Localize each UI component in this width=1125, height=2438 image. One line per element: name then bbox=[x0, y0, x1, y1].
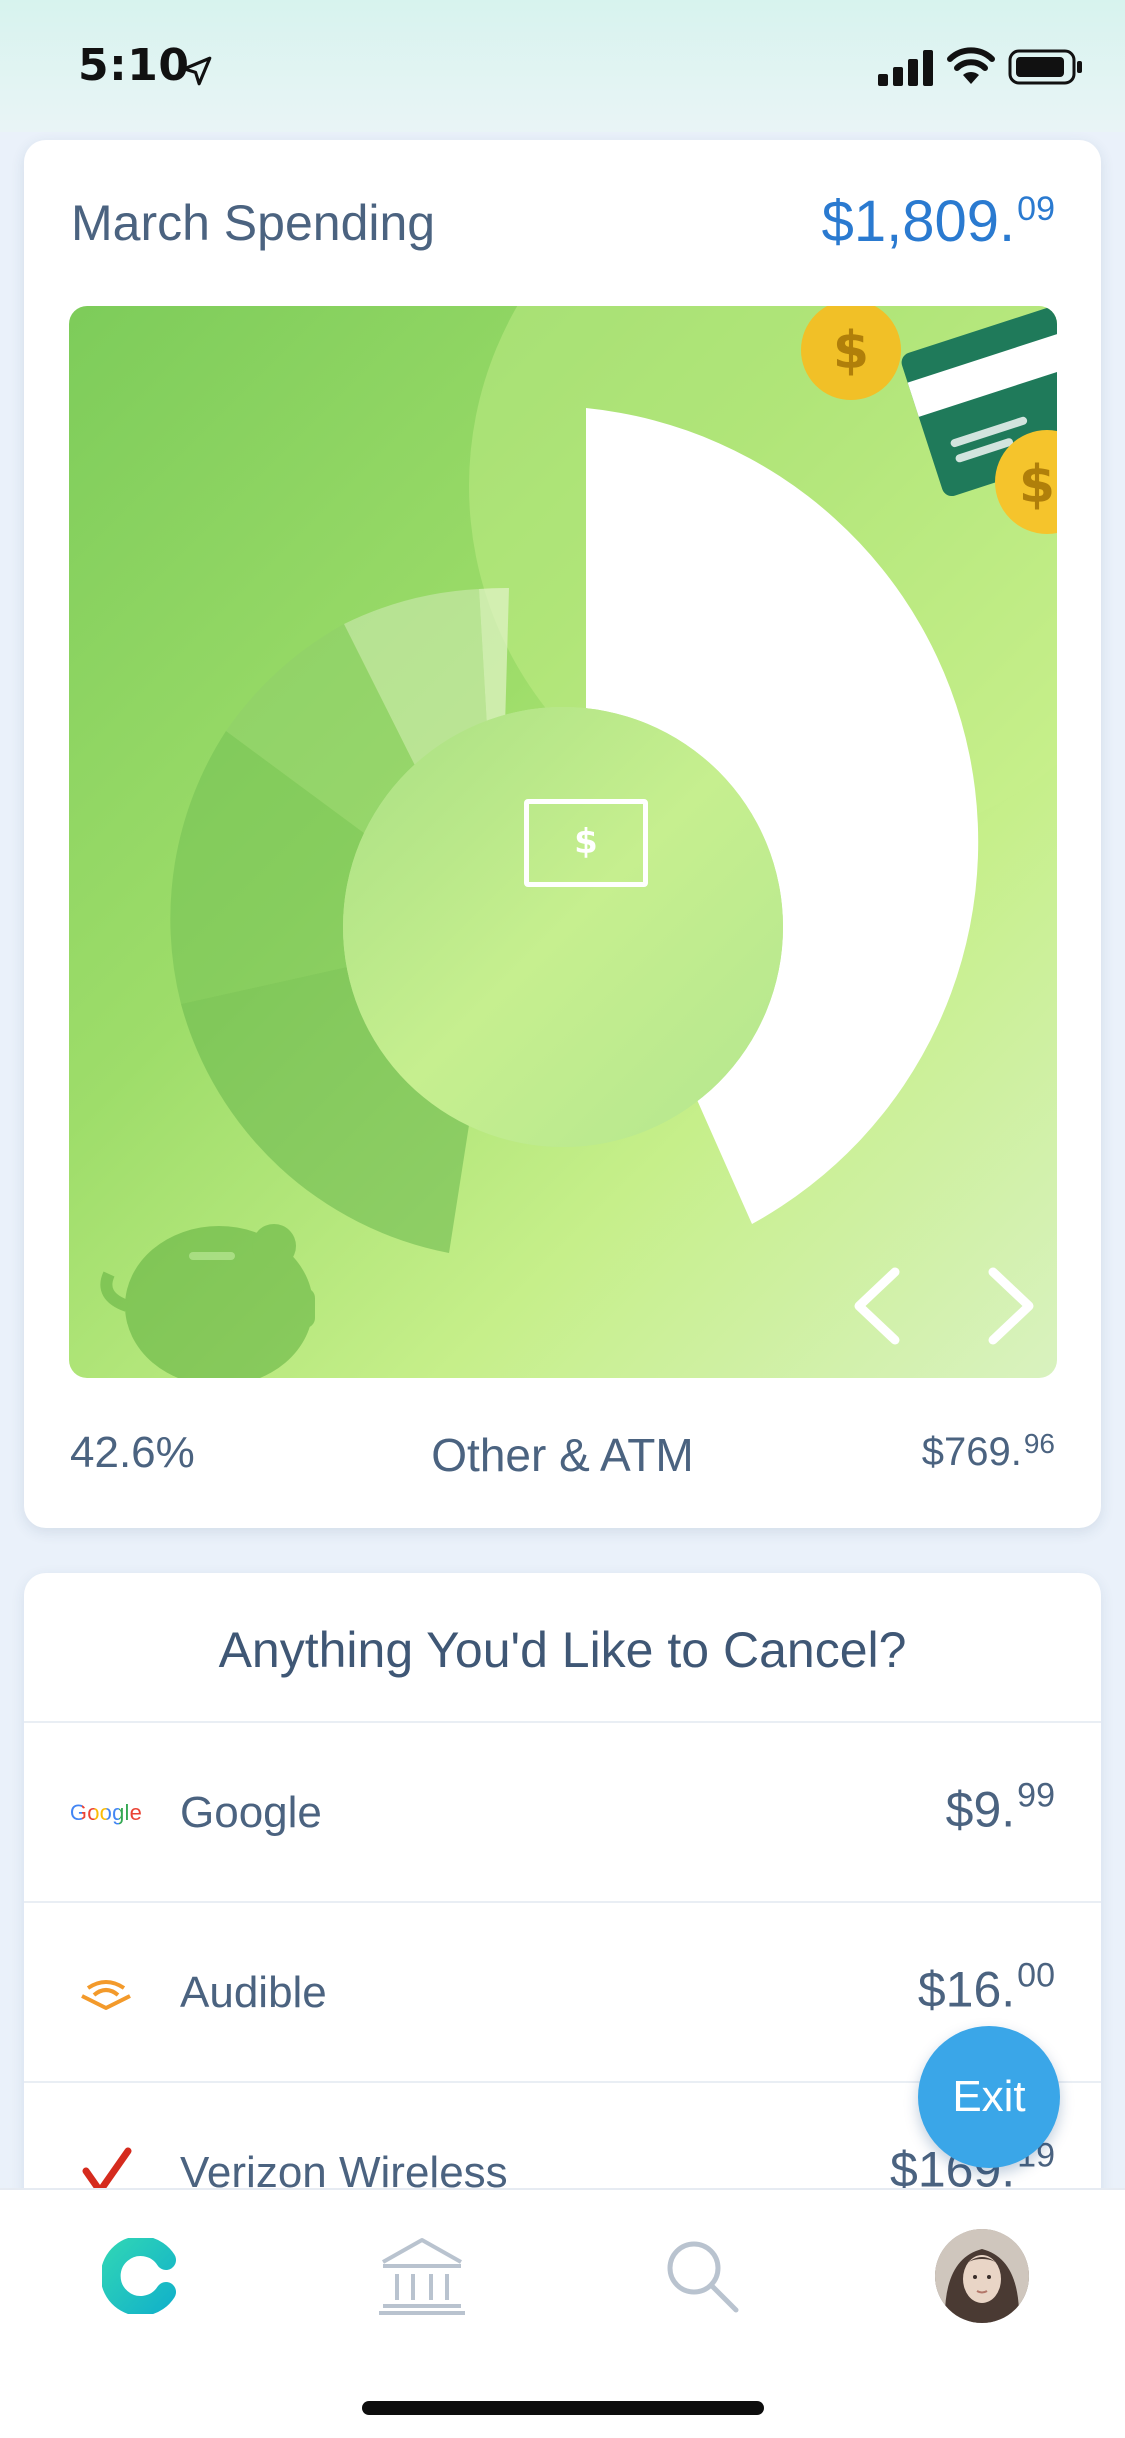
amount-dollars: $16. bbox=[917, 1961, 1016, 2018]
svg-text:$: $ bbox=[833, 321, 869, 381]
cellular-signal-icon bbox=[878, 50, 933, 86]
list-item-amount: $16.00 bbox=[917, 1957, 1055, 2019]
category-amount-dollars: $769. bbox=[921, 1430, 1022, 1474]
clarity-logo-icon bbox=[102, 2238, 176, 2314]
spending-card: March Spending $1,809.09 $ $ $ 42.6% Oth… bbox=[24, 140, 1101, 1528]
svg-text:$: $ bbox=[1019, 455, 1055, 515]
battery-icon bbox=[1008, 49, 1082, 85]
spending-total-dollars: $1,809. bbox=[821, 189, 1016, 254]
exit-button[interactable]: Exit bbox=[918, 2026, 1060, 2168]
list-item-name: Google bbox=[180, 1788, 322, 1837]
avatar bbox=[935, 2229, 1029, 2323]
google-logo-text: Google bbox=[69, 1800, 143, 1825]
tab-accounts[interactable] bbox=[372, 2226, 472, 2326]
list-item-google[interactable]: Google Google $9.99 bbox=[24, 1721, 1101, 1903]
bank-icon bbox=[379, 2238, 465, 2315]
spending-title: March Spending bbox=[71, 195, 436, 251]
list-item-name: Audible bbox=[180, 1968, 327, 2017]
audible-logo-icon bbox=[66, 1963, 146, 2023]
chevron-left-icon[interactable] bbox=[847, 1264, 907, 1348]
location-arrow-icon bbox=[182, 56, 212, 86]
tab-search[interactable] bbox=[652, 2226, 752, 2326]
amount-cents: 99 bbox=[1017, 1776, 1055, 1815]
cancel-subscriptions-card: Anything You'd Like to Cancel? Google Go… bbox=[24, 1573, 1101, 2273]
status-bar: 5:10 bbox=[0, 0, 1125, 132]
google-logo-icon: Google bbox=[66, 1783, 146, 1843]
category-amount: $769.96 bbox=[921, 1428, 1055, 1475]
amount-cents: 00 bbox=[1017, 1956, 1055, 1995]
chevron-right-icon[interactable] bbox=[981, 1264, 1041, 1348]
spending-total-cents: 09 bbox=[1017, 190, 1055, 228]
amount-dollars: $9. bbox=[945, 1781, 1016, 1838]
search-icon bbox=[667, 2241, 739, 2313]
home-indicator bbox=[362, 2401, 764, 2415]
category-amount-cents: 96 bbox=[1023, 1428, 1055, 1459]
tab-profile[interactable] bbox=[932, 2226, 1032, 2326]
wifi-icon bbox=[947, 47, 995, 84]
cash-icon: $ bbox=[524, 799, 648, 887]
spending-total: $1,809.09 bbox=[822, 188, 1055, 255]
tab-home[interactable] bbox=[90, 2226, 190, 2326]
cancel-card-title: Anything You'd Like to Cancel? bbox=[218, 1622, 907, 1678]
list-item-amount: $9.99 bbox=[945, 1777, 1055, 1839]
spending-chart-panel[interactable]: $ $ $ bbox=[69, 306, 1057, 1378]
status-time: 5:10 bbox=[78, 40, 190, 91]
piggy-bank-icon bbox=[100, 1224, 315, 1378]
